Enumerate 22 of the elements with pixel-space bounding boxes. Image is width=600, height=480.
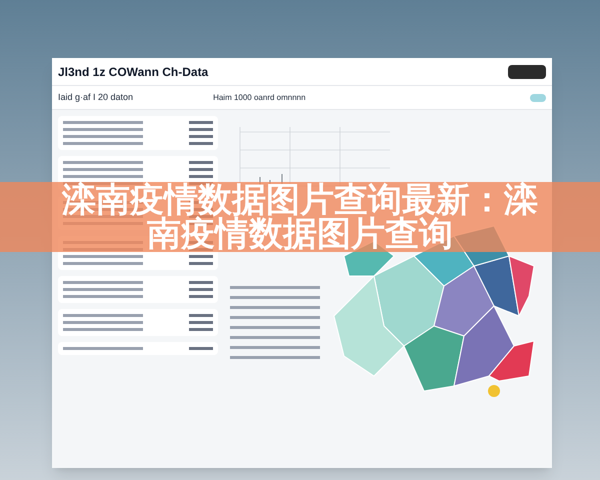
blurred-text-line	[189, 281, 213, 284]
toolbar-label: Haim 1000 oanrd omnnnn	[213, 92, 306, 104]
blurred-text-line	[189, 262, 213, 265]
blurred-text-line	[189, 175, 213, 178]
blurred-text-line	[189, 288, 213, 291]
blurred-text-line	[189, 328, 213, 331]
blurred-text-line	[189, 128, 213, 131]
header-button[interactable]	[508, 64, 546, 78]
blurred-text-line	[189, 161, 213, 164]
blurred-text-line	[189, 321, 213, 324]
blurred-text-line	[189, 168, 213, 171]
blurred-text-line	[189, 135, 213, 138]
banner-title: 滦南疫情数据图片查询最新：滦	[62, 183, 538, 217]
blurred-text-line	[189, 255, 213, 258]
blurred-text-line	[189, 121, 213, 124]
banner-title: 南疫情数据图片查询	[147, 217, 453, 251]
toolbar-label: Iaid g·af I 20 daton	[58, 90, 134, 104]
blurred-text-line	[189, 142, 213, 145]
blurred-text-line	[189, 295, 213, 298]
blurred-text-line	[189, 314, 213, 317]
blurred-text-line	[189, 347, 213, 350]
dashboard-title: Jl3nd 1z COWann Ch-Data	[58, 64, 208, 80]
